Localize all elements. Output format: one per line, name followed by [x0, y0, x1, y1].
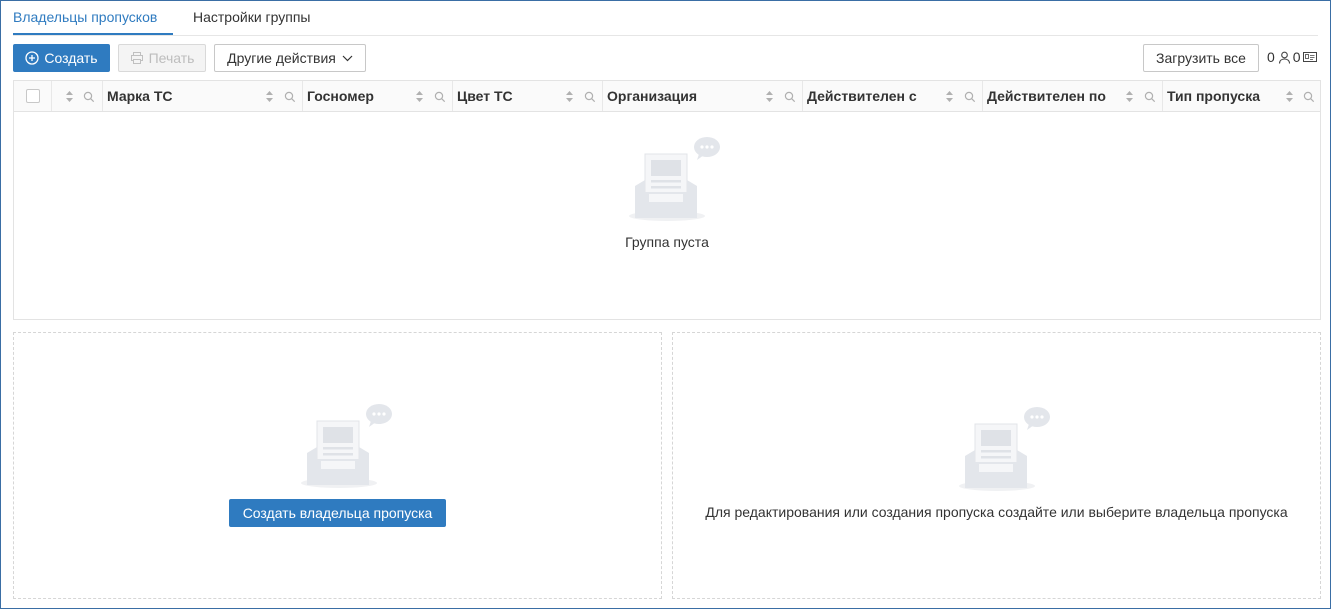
search-icon[interactable]	[584, 90, 596, 103]
tab-group-settings[interactable]: Настройки группы	[193, 9, 311, 25]
column-header-color[interactable]: Цвет ТС	[452, 81, 602, 111]
load-all-label: Загрузить все	[1156, 50, 1246, 66]
search-icon[interactable]	[284, 90, 296, 103]
column-label: Действителен с	[807, 88, 917, 104]
sort-icon[interactable]	[65, 90, 74, 103]
empty-table-text: Группа пуста	[625, 234, 709, 250]
table-header: Марка ТС Госномер Цвет ТС Организация Де	[14, 81, 1320, 112]
column-header-valid-to[interactable]: Действителен по	[982, 81, 1162, 111]
chevron-down-icon	[342, 55, 353, 62]
id-card-icon	[1302, 51, 1317, 63]
print-button-label: Печать	[148, 50, 195, 66]
other-actions-label: Другие действия	[227, 50, 336, 66]
column-label: Тип пропуска	[1167, 88, 1261, 104]
card-count: 0	[1292, 49, 1301, 65]
column-label: Цвет ТС	[457, 88, 513, 104]
create-button-label: Создать	[44, 50, 98, 66]
search-icon[interactable]	[964, 90, 976, 103]
column-label: Марка ТС	[107, 88, 173, 104]
pass-panel: Для редактирования или создания пропуска…	[672, 332, 1321, 599]
sort-icon[interactable]	[415, 90, 424, 103]
sort-icon[interactable]	[1285, 90, 1294, 103]
app-window: Владельцы пропусков Настройки группы Соз…	[0, 0, 1331, 609]
empty-inbox-icon	[299, 403, 395, 494]
tab-pass-owners[interactable]: Владельцы пропусков	[13, 9, 157, 25]
active-tab-indicator	[13, 33, 173, 35]
plus-circle-icon	[25, 51, 40, 65]
pass-panel-message: Для редактирования или создания пропуска…	[705, 504, 1288, 520]
select-column	[14, 81, 51, 111]
search-icon[interactable]	[83, 90, 95, 103]
search-icon[interactable]	[784, 90, 796, 103]
column-header-valid-from[interactable]: Действителен с	[802, 81, 982, 111]
pass-owners-table: Марка ТС Госномер Цвет ТС Организация Де	[13, 80, 1321, 320]
other-actions-dropdown[interactable]: Другие действия	[214, 44, 366, 72]
person-count: 0	[1267, 49, 1275, 65]
printer-icon	[130, 51, 144, 65]
column-label: Госномер	[307, 88, 374, 104]
column-header-plate[interactable]: Госномер	[302, 81, 452, 111]
tab-bar: Владельцы пропусков Настройки группы	[13, 1, 1318, 36]
column-label: Действителен по	[987, 88, 1106, 104]
print-button[interactable]: Печать	[118, 44, 206, 72]
column-header-pass-type[interactable]: Тип пропуска	[1162, 81, 1320, 111]
sort-icon[interactable]	[765, 90, 774, 103]
counters: 0 0	[1267, 49, 1317, 65]
search-icon[interactable]	[434, 90, 446, 103]
sort-icon[interactable]	[565, 90, 574, 103]
person-icon	[1278, 51, 1291, 64]
select-all-checkbox[interactable]	[26, 89, 40, 103]
create-button[interactable]: Создать	[13, 44, 110, 72]
create-owner-button[interactable]: Создать владельца пропуска	[229, 499, 446, 527]
create-owner-label: Создать владельца пропуска	[242, 505, 433, 521]
sort-icon[interactable]	[1125, 90, 1134, 103]
search-icon[interactable]	[1144, 90, 1156, 103]
load-all-button[interactable]: Загрузить все	[1143, 44, 1259, 72]
owner-panel: Создать владельца пропуска	[13, 332, 662, 599]
search-icon[interactable]	[1303, 90, 1315, 103]
column-label: Организация	[607, 88, 698, 104]
sort-icon[interactable]	[265, 90, 274, 103]
sort-icon[interactable]	[945, 90, 954, 103]
column-header-organization[interactable]: Организация	[602, 81, 802, 111]
column-header-brand[interactable]: Марка ТС	[102, 81, 302, 111]
empty-inbox-icon	[627, 136, 723, 227]
empty-inbox-icon	[957, 406, 1053, 497]
column-header-index	[51, 81, 102, 111]
